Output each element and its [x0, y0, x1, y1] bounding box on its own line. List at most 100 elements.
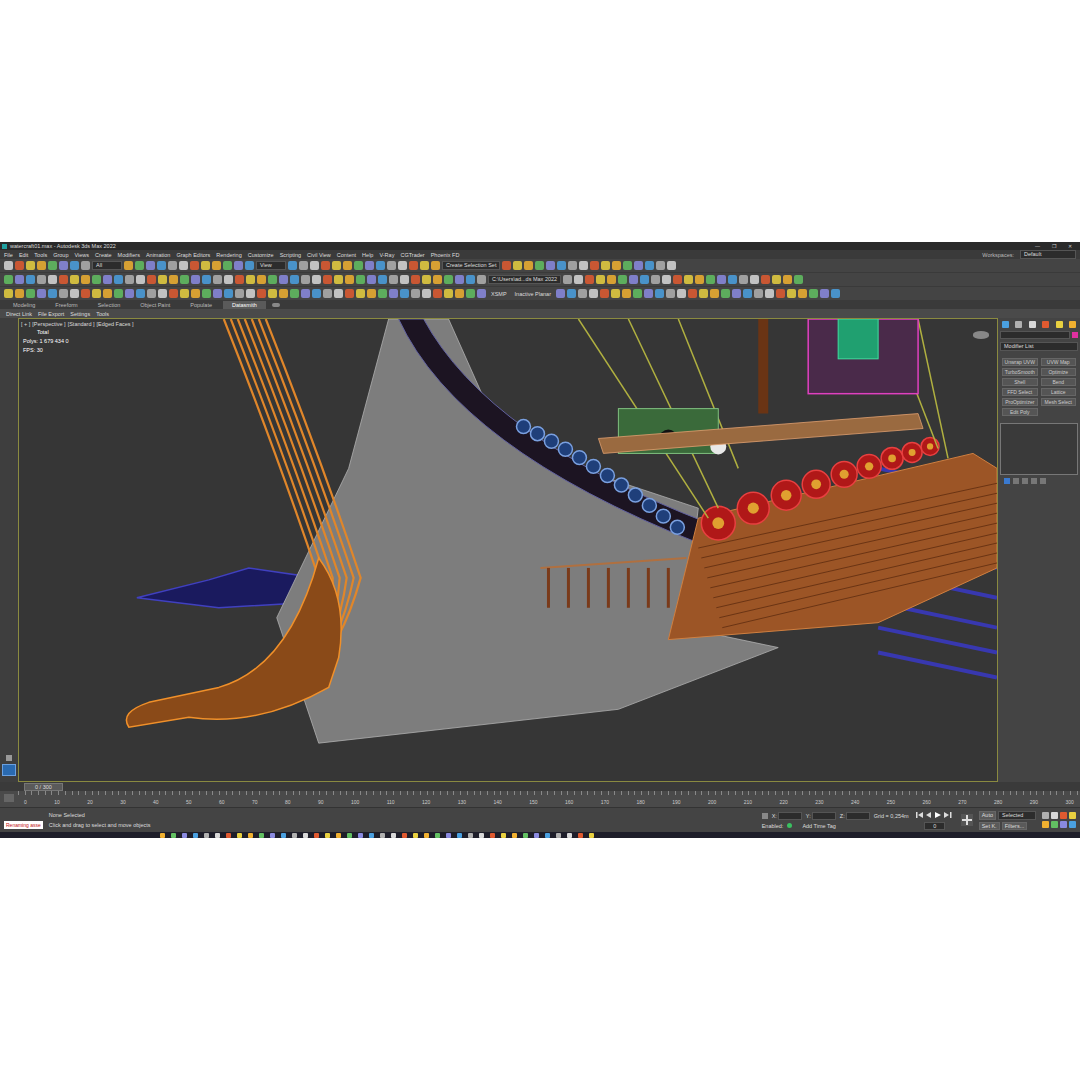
workspace-dropdown[interactable]: Default	[1020, 250, 1076, 259]
tool-icon[interactable]	[180, 275, 189, 284]
modifier-button[interactable]: Bend	[1041, 378, 1077, 386]
navigation-icon[interactable]	[1051, 821, 1058, 828]
ribbon-tab[interactable]: Selection	[89, 301, 130, 309]
object-color-swatch[interactable]	[1072, 332, 1078, 338]
tool-icon[interactable]	[212, 261, 221, 270]
set-key-button[interactable]: Set K.	[979, 822, 1000, 830]
tool-icon[interactable]	[191, 289, 200, 298]
taskbar-app-icon[interactable]	[336, 833, 341, 838]
menu-item[interactable]: Customize	[248, 252, 274, 258]
tool-icon[interactable]	[798, 289, 807, 298]
taskbar-app-icon[interactable]	[413, 833, 418, 838]
tool-icon[interactable]	[596, 275, 605, 284]
tool-icon[interactable]	[312, 275, 321, 284]
ribbon-tab[interactable]: Populate	[181, 301, 221, 309]
taskbar-app-icon[interactable]	[160, 833, 165, 838]
tool-icon[interactable]	[477, 289, 486, 298]
navigation-icon[interactable]	[1069, 812, 1076, 819]
menu-item[interactable]: Content	[337, 252, 356, 258]
tool-icon[interactable]	[70, 261, 79, 270]
tool-icon[interactable]	[158, 289, 167, 298]
tool-icon[interactable]	[623, 261, 632, 270]
tool-icon[interactable]	[223, 261, 232, 270]
tool-icon[interactable]	[125, 289, 134, 298]
taskbar-app-icon[interactable]	[512, 833, 517, 838]
panel-tab-icon[interactable]	[1015, 321, 1022, 328]
tool-icon[interactable]	[809, 289, 818, 298]
taskbar-app-icon[interactable]	[248, 833, 253, 838]
tool-icon[interactable]	[279, 289, 288, 298]
tool-icon[interactable]	[622, 289, 631, 298]
menu-item[interactable]: Tools	[34, 252, 47, 258]
tool-icon[interactable]	[245, 261, 254, 270]
ribbon-options-icon[interactable]	[272, 303, 280, 307]
tool-icon[interactable]	[776, 289, 785, 298]
tool-icon[interactable]	[629, 275, 638, 284]
tool-icon[interactable]	[169, 289, 178, 298]
taskbar-app-icon[interactable]	[457, 833, 462, 838]
tool-icon[interactable]	[26, 289, 35, 298]
tool-icon[interactable]	[732, 289, 741, 298]
taskbar-app-icon[interactable]	[380, 833, 385, 838]
tool-icon[interactable]	[15, 289, 24, 298]
tool-icon[interactable]	[535, 261, 544, 270]
ribbon-tab[interactable]: Freeform	[46, 301, 86, 309]
tool-icon[interactable]	[431, 261, 440, 270]
tool-icon[interactable]	[312, 289, 321, 298]
tool-icon[interactable]	[567, 289, 576, 298]
scene-explorer-icon[interactable]	[2, 764, 16, 776]
tool-icon[interactable]	[246, 289, 255, 298]
tool-icon[interactable]	[354, 261, 363, 270]
panel-tab-icon[interactable]	[1056, 321, 1063, 328]
ribbon-item[interactable]: File Export	[38, 311, 64, 317]
tool-icon[interactable]	[579, 261, 588, 270]
tool-icon[interactable]	[257, 275, 266, 284]
menu-item[interactable]: File	[4, 252, 13, 258]
tool-icon[interactable]	[290, 289, 299, 298]
tool-icon[interactable]	[411, 289, 420, 298]
taskbar-app-icon[interactable]	[523, 833, 528, 838]
taskbar-app-icon[interactable]	[270, 833, 275, 838]
menu-item[interactable]: Animation	[146, 252, 170, 258]
tool-icon[interactable]	[59, 275, 68, 284]
modifier-button[interactable]: Shell	[1002, 378, 1038, 386]
tool-icon[interactable]	[656, 261, 665, 270]
tool-icon[interactable]	[48, 289, 57, 298]
tool-icon[interactable]	[213, 275, 222, 284]
taskbar-app-icon[interactable]	[347, 833, 352, 838]
menu-item[interactable]: Views	[75, 252, 90, 258]
taskbar-app-icon[interactable]	[589, 833, 594, 838]
tool-icon[interactable]	[169, 275, 178, 284]
tool-icon[interactable]	[831, 289, 840, 298]
tool-icon[interactable]	[213, 289, 222, 298]
tool-icon[interactable]	[37, 261, 46, 270]
tool-icon[interactable]	[611, 289, 620, 298]
tool-icon[interactable]	[433, 275, 442, 284]
tool-icon[interactable]	[321, 261, 330, 270]
taskbar-app-icon[interactable]	[369, 833, 374, 838]
taskbar-app-icon[interactable]	[534, 833, 539, 838]
reference-coordinate-dropdown[interactable]: View	[256, 261, 286, 270]
modifier-button[interactable]: Mesh Select	[1041, 398, 1077, 406]
tool-icon[interactable]	[524, 261, 533, 270]
taskbar-app-icon[interactable]	[446, 833, 451, 838]
taskbar-app-icon[interactable]	[314, 833, 319, 838]
taskbar-app-icon[interactable]	[402, 833, 407, 838]
navigation-icon[interactable]	[1042, 821, 1049, 828]
tool-icon[interactable]	[433, 289, 442, 298]
tool-icon[interactable]	[367, 275, 376, 284]
time-slider-knob[interactable]: 0 / 300	[24, 783, 63, 791]
tool-icon[interactable]	[301, 289, 310, 298]
tool-icon[interactable]	[612, 261, 621, 270]
tool-icon[interactable]	[234, 261, 243, 270]
tool-icon[interactable]	[114, 289, 123, 298]
tool-icon[interactable]	[124, 261, 133, 270]
auto-key-button[interactable]: Auto	[979, 811, 996, 820]
tool-icon[interactable]	[343, 261, 352, 270]
current-frame-field[interactable]: 0	[924, 822, 945, 830]
viewport-layout-icon[interactable]	[6, 755, 12, 761]
tool-icon[interactable]	[563, 275, 572, 284]
tool-icon[interactable]	[585, 275, 594, 284]
tool-icon[interactable]	[557, 261, 566, 270]
taskbar-app-icon[interactable]	[391, 833, 396, 838]
